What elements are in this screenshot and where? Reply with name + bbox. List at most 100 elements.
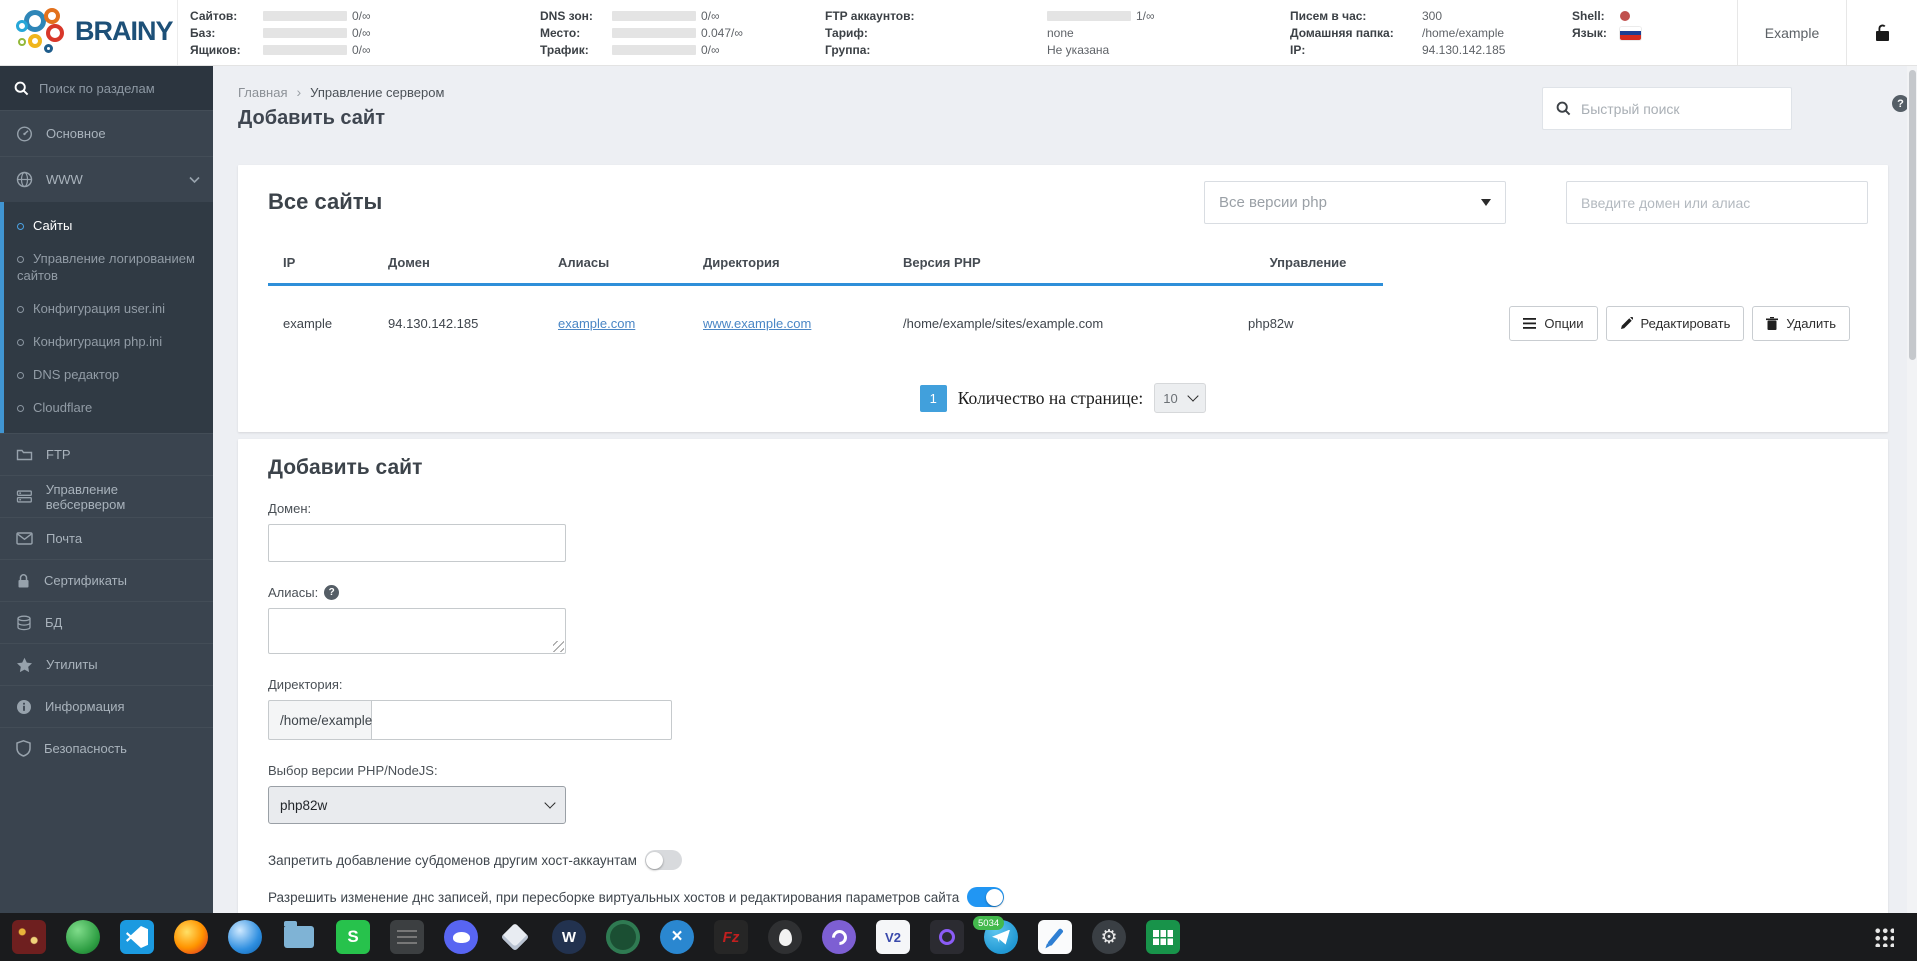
folder-icon	[16, 449, 33, 461]
aliases-textarea[interactable]	[268, 608, 566, 654]
taskbar-app-notes-icon[interactable]	[387, 917, 427, 957]
taskbar-app-viber-icon[interactable]	[819, 917, 859, 957]
stat-value: 300	[1422, 9, 1443, 23]
cell-site-www-alias: www.example.com	[688, 286, 888, 361]
taskbar-app-filezilla-icon[interactable]: Fz	[711, 917, 751, 957]
sidebar-item-databases[interactable]: БД	[0, 601, 213, 643]
sidebar-subitem-user-ini[interactable]: Конфигурация user.ini	[4, 292, 213, 325]
taskbar-app-dark-green-icon[interactable]	[603, 917, 643, 957]
sidebar-item-webserver[interactable]: Управление вебсервером	[0, 475, 213, 517]
quick-search-input[interactable]	[1581, 100, 1761, 117]
taskbar-app-vscode-icon[interactable]	[117, 917, 157, 957]
edit-button[interactable]: Редактировать	[1605, 306, 1745, 341]
breadcrumb-home[interactable]: Главная	[238, 85, 287, 100]
sidebar-item-utilities[interactable]: Утилиты	[0, 643, 213, 685]
sidebar-search[interactable]	[0, 66, 213, 110]
sidebar-item-security[interactable]: Безопасность	[0, 727, 213, 769]
taskbar-app-purple-ring-icon[interactable]	[927, 917, 967, 957]
sidebar-item-information[interactable]: Информация	[0, 685, 213, 727]
dns-toggle[interactable]	[967, 887, 1005, 907]
sidebar-subitem-site-logging[interactable]: Управление логированием сайтов	[4, 242, 213, 292]
dns-toggle-label: Разрешить изменение днс записей, при пер…	[268, 889, 960, 905]
session-lock-button[interactable]	[1848, 0, 1916, 65]
delete-button[interactable]: Удалить	[1752, 306, 1850, 341]
stat-label: Писем в час:	[1290, 9, 1367, 23]
sidebar-item-ftp[interactable]: FTP	[0, 433, 213, 475]
per-page-label: Количество на странице:	[957, 387, 1144, 408]
page-number-button[interactable]: 1	[919, 384, 947, 412]
chevron-down-icon	[1187, 390, 1199, 402]
column-header-directory: Директория	[688, 245, 888, 286]
sidebar-item-certificates[interactable]: Сертификаты	[0, 559, 213, 601]
sidebar-subitem-cloudflare[interactable]: Cloudflare	[4, 391, 213, 424]
taskbar-app-blue-x-icon[interactable]	[657, 917, 697, 957]
sidebar-subitem-sites[interactable]: Сайты	[4, 209, 213, 242]
php-version-select[interactable]: php82w	[268, 786, 566, 824]
taskbar-app-browser-sphere-icon[interactable]	[225, 917, 265, 957]
sidebar-item-main[interactable]: Основное	[0, 110, 213, 156]
subdomains-toggle[interactable]	[644, 850, 682, 870]
directory-field-label: Директория:	[268, 677, 343, 692]
sidebar-subitem-dns-editor[interactable]: DNS редактор	[4, 358, 213, 391]
taskbar-app-calc-icon[interactable]	[1143, 917, 1183, 957]
russian-flag-icon[interactable]	[1620, 26, 1641, 40]
pencil-icon	[1620, 317, 1633, 329]
domain-filter-input[interactable]	[1566, 181, 1868, 224]
toggle-knob	[646, 851, 664, 869]
directory-prefix: /home/example/	[268, 700, 376, 740]
stat-label: DNS зон:	[540, 9, 593, 23]
bullet-icon	[17, 372, 24, 379]
aliases-label-text: Алиасы:	[268, 585, 319, 600]
breadcrumb-current: Управление сервером	[310, 84, 445, 100]
sidebar-subitem-label: Сайты	[33, 218, 73, 233]
search-icon	[14, 81, 29, 95]
scrollbar-thumb[interactable]	[1908, 70, 1916, 360]
bullet-icon	[17, 306, 24, 313]
taskbar-app-green-s-icon[interactable]: S	[333, 917, 373, 957]
column-header-manage: Управление	[1233, 245, 1383, 286]
usage-bar	[612, 11, 696, 21]
sidebar-subitem-label: Конфигурация user.ini	[33, 301, 166, 316]
taskbar-app-egg-icon[interactable]	[765, 917, 805, 957]
account-menu-button[interactable]: Example	[1737, 0, 1847, 65]
taskbar-app-diamond-icon[interactable]	[495, 917, 535, 957]
resize-grip-icon[interactable]	[553, 641, 564, 652]
aliases-help-icon[interactable]	[324, 585, 340, 600]
sidebar-item-www[interactable]: WWW	[0, 156, 213, 202]
toggle-knob	[985, 888, 1003, 906]
php-version-field-label: Выбор версии PHP/NodeJS:	[268, 763, 438, 778]
show-apps-grid-icon[interactable]	[1864, 917, 1904, 957]
stat-value: 0/∞	[352, 43, 371, 57]
per-page-select[interactable]: 10	[1154, 383, 1207, 413]
stat-label: Язык:	[1572, 26, 1607, 40]
taskbar-app-wine-icon[interactable]	[9, 917, 49, 957]
directory-input[interactable]	[372, 700, 672, 740]
sidebar-item-mail[interactable]: Почта	[0, 517, 213, 559]
stat-label: Баз:	[190, 26, 216, 40]
sidebar-subitem-php-ini[interactable]: Конфигурация php.ini	[4, 325, 213, 358]
options-button[interactable]: Опции	[1509, 306, 1598, 341]
taskbar-app-file-manager-icon[interactable]	[279, 917, 319, 957]
sidebar-subitem-label: Управление логированием сайтов	[17, 251, 195, 283]
stat-label: Домашняя папка:	[1290, 26, 1394, 40]
brainy-logo[interactable]: BRAINY	[16, 6, 174, 56]
stat-value: /home/example	[1422, 26, 1505, 40]
taskbar-app-green-orb-icon[interactable]	[63, 917, 103, 957]
taskbar-app-discord-icon[interactable]	[441, 917, 481, 957]
taskbar-app-v2rayn-icon[interactable]: V2	[873, 917, 913, 957]
sidebar-search-input[interactable]	[39, 80, 189, 96]
www-alias-link[interactable]: www.example.com	[703, 316, 811, 331]
stat-label: Тариф:	[825, 26, 868, 40]
php-version-filter-select[interactable]: Все версии php	[1204, 181, 1506, 224]
alias-link[interactable]: example.com	[558, 316, 635, 331]
stats-column-shell-lang: Shell: Язык:	[1572, 8, 1641, 42]
taskbar-app-settings-icon[interactable]	[1089, 917, 1129, 957]
taskbar-app-telegram-icon[interactable]: 5034	[973, 916, 1021, 957]
taskbar-app-firefox-icon[interactable]	[171, 917, 211, 957]
taskbar-app-wiki-icon[interactable]: W	[549, 917, 589, 957]
domain-input[interactable]	[268, 524, 566, 562]
taskbar-app-text-editor-icon[interactable]	[1035, 917, 1075, 957]
quick-search[interactable]	[1542, 87, 1792, 130]
page-scrollbar[interactable]	[1907, 66, 1917, 913]
header-divider	[177, 0, 178, 65]
